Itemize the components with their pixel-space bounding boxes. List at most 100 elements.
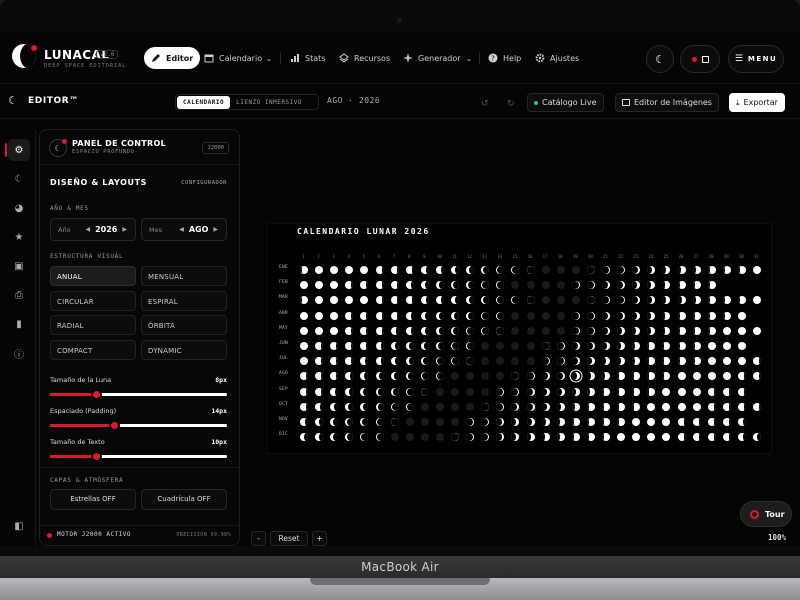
moon-phase[interactable] (722, 433, 731, 442)
moon-phase[interactable] (586, 311, 595, 320)
moon-phase[interactable] (481, 387, 490, 396)
moon-phase[interactable] (300, 402, 308, 411)
image-icon[interactable]: ▣ (8, 255, 30, 277)
layout-espiral-button[interactable]: ESPIRAL (141, 291, 227, 311)
moon-phase[interactable] (602, 402, 610, 411)
moon-phase[interactable] (692, 433, 701, 442)
layout-anual-button[interactable]: ANUAL (50, 266, 136, 286)
moon-phase[interactable] (571, 266, 580, 274)
slider-handle[interactable] (108, 420, 120, 431)
moon-phase[interactable] (617, 433, 626, 442)
moon-phase[interactable] (617, 281, 626, 290)
moon-phase[interactable] (315, 296, 324, 305)
generador-dropdown-chevron-icon[interactable]: ⌄ (462, 47, 476, 69)
moon-phase[interactable] (390, 326, 399, 335)
moon-phase[interactable] (737, 357, 746, 366)
moon-phase[interactable] (330, 326, 339, 335)
moon-phase[interactable] (556, 342, 565, 350)
moon-phase[interactable] (707, 311, 716, 320)
moon-phase[interactable] (330, 418, 339, 426)
moon-phase[interactable] (315, 357, 324, 366)
moon-phase[interactable] (662, 387, 671, 396)
moon-phase[interactable] (526, 418, 535, 426)
moon-phase[interactable] (602, 433, 610, 442)
moon-phase[interactable] (586, 342, 595, 350)
moon-phase[interactable] (405, 311, 414, 320)
moon-phase[interactable] (435, 342, 444, 350)
moon-phase[interactable] (511, 433, 520, 442)
nav-stats[interactable]: Stats (283, 47, 332, 69)
moon-phase[interactable] (647, 357, 656, 366)
year-stepper[interactable]: Año ◀ 2026 ▶ (50, 218, 136, 241)
moon-phase[interactable] (435, 387, 444, 396)
moon-phase[interactable] (345, 372, 354, 381)
moon-phase[interactable] (345, 357, 354, 366)
moon-phase[interactable] (390, 387, 399, 396)
stars-toggle[interactable]: Estrellas OFF (50, 489, 136, 510)
moon-phase[interactable] (632, 418, 641, 426)
moon-phase[interactable] (315, 311, 324, 320)
moon-phase[interactable] (345, 402, 354, 411)
calendario-dropdown-chevron-icon[interactable]: ⌄ (262, 47, 276, 69)
moon-phase[interactable] (722, 402, 731, 411)
zoom-out-button[interactable]: - (251, 531, 266, 546)
moon-phase[interactable] (571, 402, 580, 411)
moon-phase[interactable] (632, 266, 641, 274)
moon-phase[interactable] (677, 266, 686, 274)
theme-toggle-button[interactable]: ☾ (646, 45, 674, 73)
moon-phase[interactable] (511, 387, 520, 396)
moon-phase[interactable] (435, 281, 444, 290)
moon-phase[interactable] (466, 296, 475, 305)
moon-phase[interactable] (451, 311, 459, 320)
moon-phase[interactable] (481, 402, 490, 411)
moon-phase[interactable] (451, 296, 459, 305)
year-next-icon[interactable]: ▶ (122, 226, 127, 233)
moon-phase[interactable] (692, 342, 701, 350)
moon-phase[interactable] (617, 402, 626, 411)
moon-phase[interactable] (571, 281, 580, 290)
moon-phase[interactable] (707, 372, 716, 381)
catalog-live-button[interactable]: Catálogo Live (527, 93, 604, 112)
moon-phase[interactable] (466, 418, 475, 426)
moon-phase[interactable] (300, 311, 308, 320)
moon-phase[interactable] (435, 326, 444, 335)
moon-phase[interactable] (556, 387, 565, 396)
moon-phase[interactable] (481, 326, 490, 335)
moon-phase[interactable] (405, 402, 414, 411)
moon-phase[interactable] (707, 281, 716, 290)
moon-phase[interactable] (662, 281, 671, 290)
moon-phase[interactable] (405, 387, 414, 396)
moon-phase[interactable] (571, 311, 580, 320)
moon-phase[interactable] (526, 433, 535, 442)
moon-phase[interactable] (602, 357, 610, 366)
moon-phase[interactable] (420, 326, 429, 335)
moon-phase[interactable] (360, 402, 369, 411)
moon-phase[interactable] (360, 326, 369, 335)
moon-phase[interactable] (692, 296, 701, 305)
moon-phase[interactable] (632, 402, 641, 411)
moon-phase[interactable] (420, 387, 429, 396)
moon-phase[interactable] (571, 326, 580, 335)
moon-phase[interactable] (602, 342, 610, 350)
nav-generador[interactable]: Generador (396, 47, 468, 69)
moon-phase[interactable] (707, 342, 716, 350)
moon-phase[interactable] (481, 296, 490, 305)
layout-compact-button[interactable]: COMPACT (50, 340, 136, 360)
moon-phase[interactable] (632, 372, 641, 381)
moon-phase[interactable] (677, 402, 686, 411)
moon-phase[interactable] (466, 372, 475, 381)
moon-phase[interactable] (541, 402, 550, 411)
moon-phase[interactable] (586, 296, 595, 305)
moon-phase[interactable] (737, 296, 746, 305)
moon-phase[interactable] (556, 266, 565, 274)
moon-phase[interactable] (330, 281, 339, 290)
moon-phase[interactable] (586, 418, 595, 426)
moon-phase[interactable] (481, 311, 490, 320)
moon-phase[interactable] (466, 357, 475, 366)
nav-ajustes[interactable]: Ajustes (528, 47, 586, 69)
moon-phase[interactable] (737, 387, 746, 396)
moon-phase[interactable] (677, 311, 686, 320)
moon-phase[interactable] (556, 281, 565, 290)
moon-phase[interactable] (511, 357, 520, 366)
moon-phase[interactable] (662, 266, 671, 274)
